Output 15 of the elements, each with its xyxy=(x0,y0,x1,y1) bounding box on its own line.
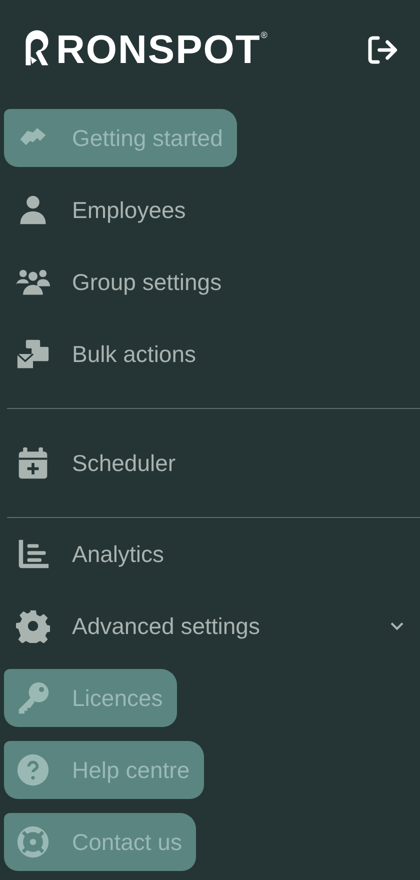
help-icon xyxy=(16,753,50,787)
key-icon xyxy=(16,681,50,715)
nav-item[interactable]: Analytics xyxy=(4,525,178,583)
gear-icon xyxy=(16,609,50,643)
nav-item[interactable]: Advanced settings xyxy=(4,597,274,655)
envelope-icon xyxy=(16,337,50,371)
nav-item[interactable]: Bulk actions xyxy=(4,325,210,383)
nav-item[interactable]: Scheduler xyxy=(4,434,190,492)
nav-item[interactable]: Employees xyxy=(4,181,200,239)
logo: RONSPOT$^{®}$ xyxy=(22,30,268,70)
bar-chart-icon xyxy=(16,537,50,571)
lifebuoy-icon xyxy=(16,825,50,859)
nav-item[interactable]: Group settings xyxy=(4,253,236,311)
calendar-icon xyxy=(16,446,50,480)
logout-icon[interactable] xyxy=(366,34,398,66)
